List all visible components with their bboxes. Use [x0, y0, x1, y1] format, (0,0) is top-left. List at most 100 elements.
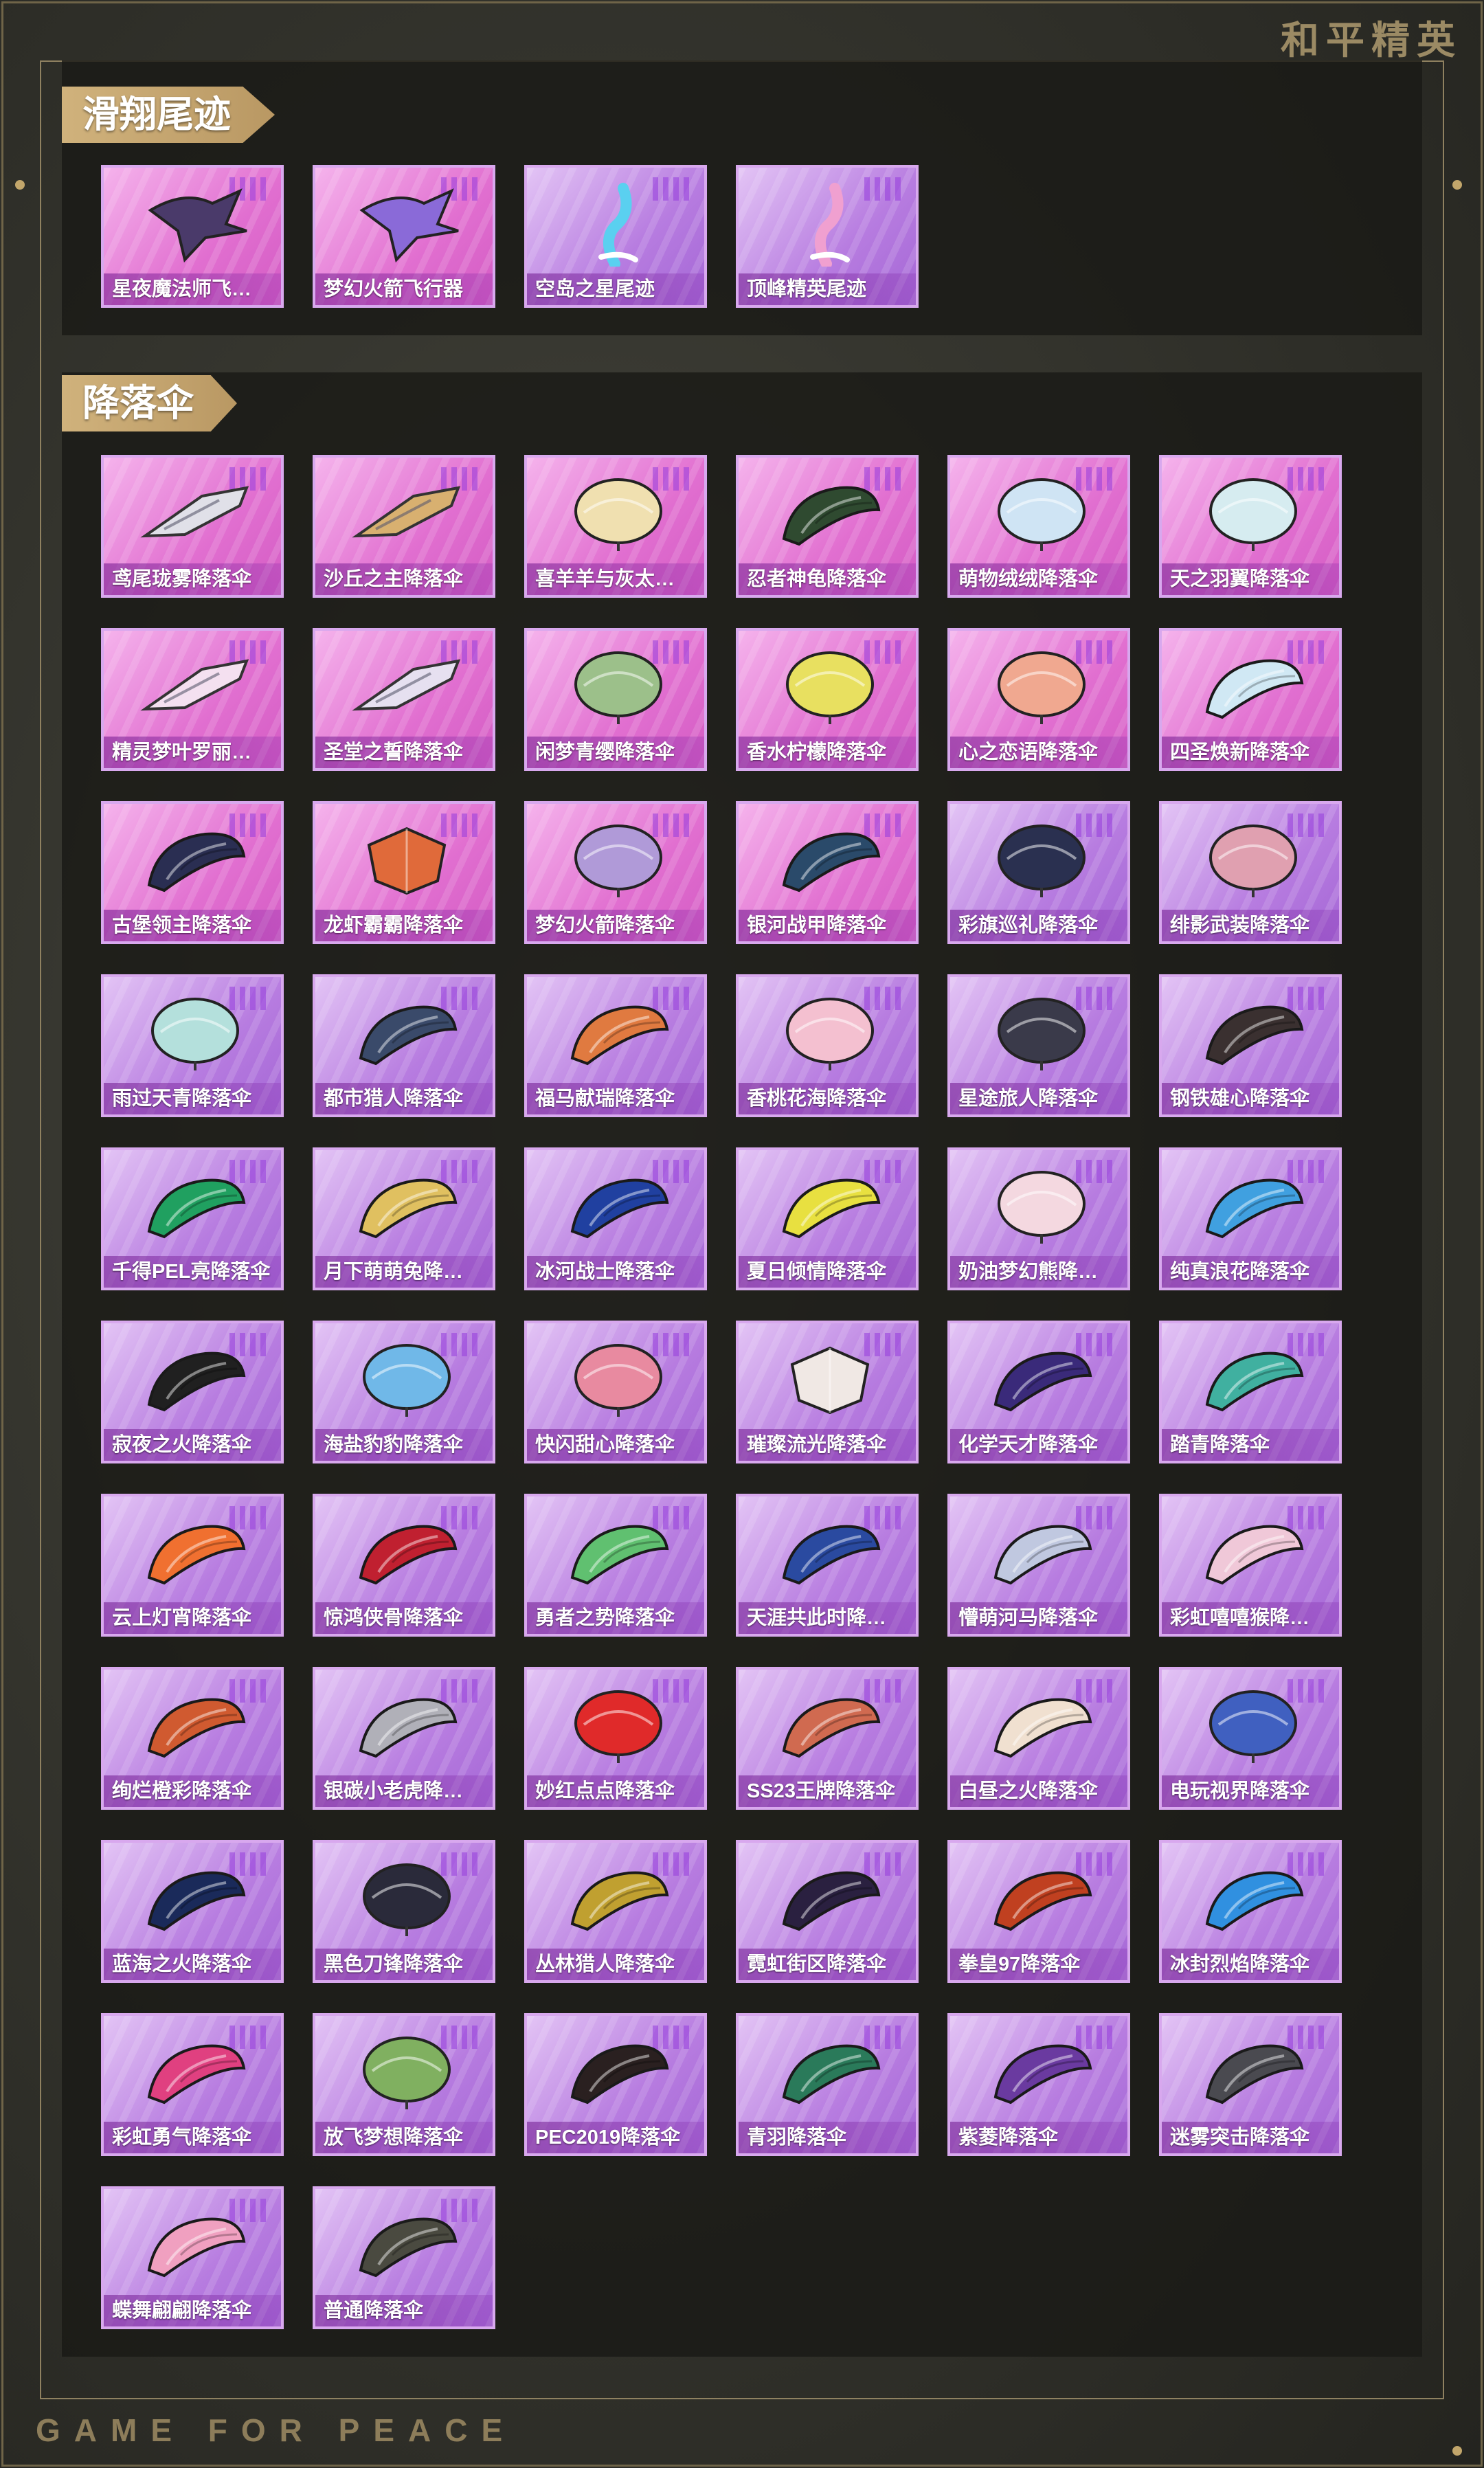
parachute-card[interactable]: 蝶舞翩翩降落伞 [101, 2186, 284, 2329]
round-parachute-icon [772, 992, 888, 1076]
parachute-card[interactable]: 梦幻火箭降落伞 [524, 801, 707, 944]
item-label: 彩虹嘻嘻猴降… [1162, 1602, 1339, 1634]
round-parachute-icon [560, 473, 677, 557]
parachute-card[interactable]: 云上灯宵降落伞 [101, 1494, 284, 1637]
parachute-card[interactable]: 绚烂橙彩降落伞 [101, 1667, 284, 1810]
parachute-card[interactable]: 电玩视界降落伞 [1159, 1667, 1342, 1810]
parachute-card[interactable]: 彩虹勇气降落伞 [101, 2013, 284, 2156]
parachute-card[interactable]: 惊鸿侠骨降落伞 [313, 1494, 495, 1637]
glider-trail-card[interactable]: 梦幻火箭飞行器 [313, 165, 495, 308]
item-label: 月下萌萌兔降… [315, 1256, 493, 1288]
glider-trail-card[interactable]: 顶峰精英尾迹 [736, 165, 919, 308]
parachute-section: 降落伞 鸢尾珑雾降落伞 沙丘之主降落伞 喜羊羊与灰太… 忍者神龟降落伞 萌物绒绒降落伞天… [62, 372, 1422, 2357]
item-label: 星途旅人降落伞 [950, 1083, 1127, 1114]
wing-parachute-icon [983, 1338, 1100, 1422]
wing-parachute-icon [772, 1685, 888, 1769]
parachute-card[interactable]: 霓虹街区降落伞 [736, 1840, 919, 1983]
parachute-card[interactable]: 绯影武装降落伞 [1159, 801, 1342, 944]
item-label: 彩旗巡礼降落伞 [950, 910, 1127, 941]
parachute-card[interactable]: SS23王牌降落伞 [736, 1667, 919, 1810]
parachute-card[interactable]: 钢铁雄心降落伞 [1159, 974, 1342, 1117]
round-parachute-icon [983, 992, 1100, 1076]
item-label: 妙红点点降落伞 [527, 1775, 704, 1807]
parachute-card[interactable]: 彩旗巡礼降落伞 [947, 801, 1130, 944]
parachute-card[interactable]: 踏青降落伞 [1159, 1321, 1342, 1463]
parachute-card[interactable]: 奶油梦幻熊降… [947, 1147, 1130, 1290]
parachute-card[interactable]: 古堡领主降落伞 [101, 801, 284, 944]
parachute-card[interactable]: 星途旅人降落伞 [947, 974, 1130, 1117]
parachute-card[interactable]: 普通降落伞 [313, 2186, 495, 2329]
parachute-card[interactable]: 蓝海之火降落伞 [101, 1840, 284, 1983]
parachute-card[interactable]: PEC2019降落伞 [524, 2013, 707, 2156]
parachute-card[interactable]: 龙虾霸霸降落伞 [313, 801, 495, 944]
parachute-card[interactable]: 千得PEL亮降落伞 [101, 1147, 284, 1290]
parachute-card[interactable]: 寂夜之火降落伞 [101, 1321, 284, 1463]
parachute-card[interactable]: 忍者神龟降落伞 [736, 455, 919, 598]
item-label: 纯真浪花降落伞 [1162, 1256, 1339, 1288]
parachute-card[interactable]: 丛林猎人降落伞 [524, 1840, 707, 1983]
wing-parachute-icon [1195, 992, 1312, 1076]
parachute-card[interactable]: 月下萌萌兔降… [313, 1147, 495, 1290]
parachute-card[interactable]: 青羽降落伞 [736, 2013, 919, 2156]
glider-trail-card[interactable]: 星夜魔法师飞… [101, 165, 284, 308]
parachute-card[interactable]: 快闪甜心降落伞 [524, 1321, 707, 1463]
parachute-card[interactable]: 拳皇97降落伞 [947, 1840, 1130, 1983]
parachute-card[interactable]: 香桃花海降落伞 [736, 974, 919, 1117]
parachute-card[interactable]: 闲梦青缨降落伞 [524, 628, 707, 771]
section-title-parachutes: 降落伞 [62, 375, 237, 431]
parachute-card[interactable]: 圣堂之誓降落伞 [313, 628, 495, 771]
parachute-card[interactable]: 黑色刀锋降落伞 [313, 1840, 495, 1983]
item-label: SS23王牌降落伞 [739, 1775, 916, 1807]
parachute-card[interactable]: 银碳小老虎降… [313, 1667, 495, 1810]
parachute-card[interactable]: 精灵梦叶罗丽… [101, 628, 284, 771]
parachute-card[interactable]: 天之羽翼降落伞 [1159, 455, 1342, 598]
parachute-card[interactable]: 都市猎人降落伞 [313, 974, 495, 1117]
item-label: 天之羽翼降落伞 [1162, 563, 1339, 595]
parachute-card[interactable]: 纯真浪花降落伞 [1159, 1147, 1342, 1290]
parachute-card[interactable]: 夏日倾情降落伞 [736, 1147, 919, 1290]
parachute-card[interactable]: 喜羊羊与灰太… [524, 455, 707, 598]
parachute-card[interactable]: 四圣焕新降落伞 [1159, 628, 1342, 771]
parachute-card[interactable]: 心之恋语降落伞 [947, 628, 1130, 771]
glider-trail-card[interactable]: 空岛之星尾迹 [524, 165, 707, 308]
round-parachute-icon [560, 1685, 677, 1769]
parachute-card[interactable]: 紫菱降落伞 [947, 2013, 1130, 2156]
parachute-card[interactable]: 冰河战士降落伞 [524, 1147, 707, 1290]
item-label: 快闪甜心降落伞 [527, 1429, 704, 1461]
wing-parachute-icon [560, 992, 677, 1076]
wing-parachute-icon [137, 819, 254, 903]
parachute-card[interactable]: 白昼之火降落伞 [947, 1667, 1130, 1810]
parachute-card[interactable]: 妙红点点降落伞 [524, 1667, 707, 1810]
wing-parachute-icon [560, 1512, 677, 1595]
item-label: 梦幻火箭降落伞 [527, 910, 704, 941]
parachute-card[interactable]: 迷雾突击降落伞 [1159, 2013, 1342, 2156]
item-label: 彩虹勇气降落伞 [104, 2122, 281, 2153]
parachute-card[interactable]: 懵萌河马降落伞 [947, 1494, 1130, 1637]
item-label: 绚烂橙彩降落伞 [104, 1775, 281, 1807]
item-label: 天涯共此时降… [739, 1602, 916, 1634]
wing-glider-icon [348, 183, 465, 267]
item-label: 香水柠檬降落伞 [739, 737, 916, 768]
parachute-card[interactable]: 福马献瑞降落伞 [524, 974, 707, 1117]
item-label: 夏日倾情降落伞 [739, 1256, 916, 1288]
item-label: 惊鸿侠骨降落伞 [315, 1602, 493, 1634]
parachute-card[interactable]: 勇者之势降落伞 [524, 1494, 707, 1637]
parachute-card[interactable]: 天涯共此时降… [736, 1494, 919, 1637]
wing-parachute-icon [772, 2031, 888, 2115]
parachute-card[interactable]: 冰封烈焰降落伞 [1159, 1840, 1342, 1983]
parachute-card[interactable]: 香水柠檬降落伞 [736, 628, 919, 771]
item-label: 喜羊羊与灰太… [527, 563, 704, 595]
parachute-card[interactable]: 银河战甲降落伞 [736, 801, 919, 944]
parachute-card[interactable]: 璀璨流光降落伞 [736, 1321, 919, 1463]
parachute-card[interactable]: 沙丘之主降落伞 [313, 455, 495, 598]
parachute-card[interactable]: 彩虹嘻嘻猴降… [1159, 1494, 1342, 1637]
wing-parachute-icon [772, 473, 888, 557]
item-label: 拳皇97降落伞 [950, 1949, 1127, 1980]
parachute-card[interactable]: 萌物绒绒降落伞 [947, 455, 1130, 598]
parachute-card[interactable]: 化学天才降落伞 [947, 1321, 1130, 1463]
parachute-card[interactable]: 海盐豹豹降落伞 [313, 1321, 495, 1463]
wing-parachute-icon [1195, 1858, 1312, 1942]
parachute-card[interactable]: 放飞梦想降落伞 [313, 2013, 495, 2156]
parachute-card[interactable]: 鸢尾珑雾降落伞 [101, 455, 284, 598]
parachute-card[interactable]: 雨过天青降落伞 [101, 974, 284, 1117]
